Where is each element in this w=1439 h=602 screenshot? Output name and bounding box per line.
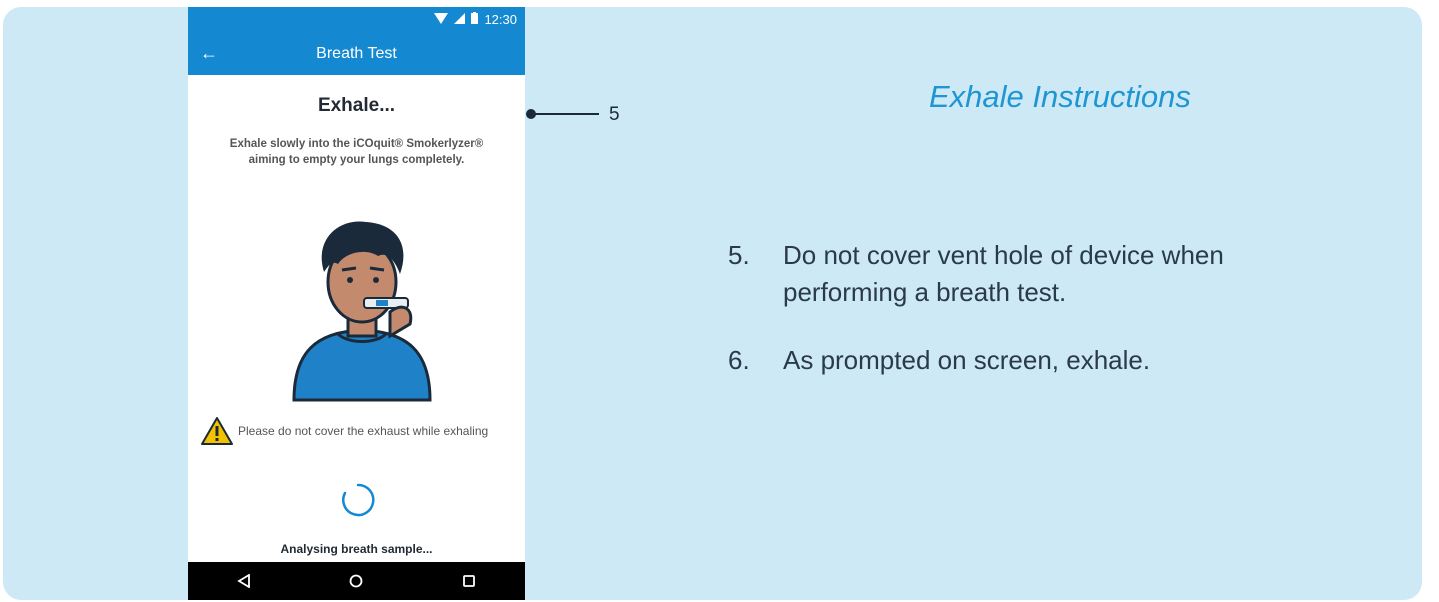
nav-back-button[interactable] (224, 566, 264, 596)
analysing-status: Analysing breath sample... (280, 542, 433, 556)
app-title: Breath Test (316, 45, 397, 62)
description-line-2: aiming to empty your lungs completely. (248, 154, 465, 166)
callout-line (533, 113, 599, 115)
step-number: 6. (728, 345, 750, 375)
step-item: 6. As prompted on screen, exhale. (728, 342, 1328, 379)
person-exhaling-illustration (292, 221, 432, 402)
section-title: Exhale Instructions (929, 79, 1191, 114)
triangle-back-icon (237, 574, 251, 588)
step-text: Do not cover vent hole of device when pe… (783, 237, 1224, 311)
screen-heading: Exhale... (317, 95, 396, 116)
battery-icon (471, 12, 479, 27)
nav-home-button[interactable] (336, 566, 376, 596)
phone-screen: 12:30 ← Breath Test Exhale... Exhale slo… (188, 7, 525, 600)
exhaust-warning: Please do not cover the exhaust while ex… (200, 416, 488, 446)
warning-icon (201, 417, 233, 445)
step-text-line-2: performing a breath test. (783, 277, 1067, 307)
description-line-1: Exhale slowly into the iCOquit® Smokerly… (229, 138, 484, 150)
warning-text: Please do not cover the exhaust while ex… (238, 424, 489, 438)
step-item: 5. Do not cover vent hole of device when… (728, 237, 1328, 311)
step-text: As prompted on screen, exhale. (783, 342, 1150, 379)
step-number: 5. (728, 240, 750, 270)
loading-spinner-icon (342, 483, 375, 517)
android-nav-bar (188, 562, 525, 600)
step-text-line-1: Do not cover vent hole of device when (783, 240, 1224, 270)
nav-recents-button[interactable] (449, 566, 489, 596)
status-time: 12:30 (484, 12, 517, 27)
signal-icon (454, 12, 466, 27)
square-recents-icon (462, 575, 475, 587)
instruction-steps: 5. Do not cover vent hole of device when… (728, 237, 1328, 410)
status-bar: 12:30 (188, 7, 525, 34)
app-bar: ← Breath Test (188, 34, 525, 75)
instruction-description: Exhale slowly into the iCOquit® Smokerly… (218, 136, 495, 168)
callout-number: 5 (609, 104, 620, 125)
wifi-icon (434, 12, 449, 27)
circle-home-icon (350, 574, 363, 588)
step-text-line-1: As prompted on screen, exhale. (783, 345, 1151, 375)
